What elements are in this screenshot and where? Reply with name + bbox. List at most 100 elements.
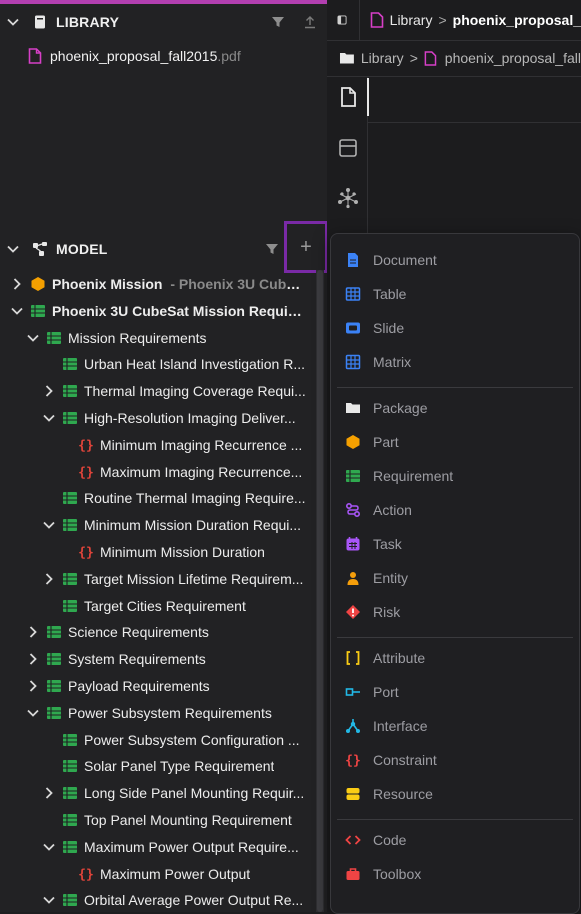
tree-row[interactable]: Phoenix 3U CubeSat Mission Require... — [10, 298, 306, 324]
menu-item-package[interactable]: Package — [345, 394, 427, 422]
tree-row[interactable]: Minimum Mission Duration Requi... — [42, 512, 306, 538]
add-model-element-button[interactable]: + — [284, 221, 328, 273]
menu-item-document[interactable]: Document — [345, 246, 437, 274]
tree-row[interactable]: {} Maximum Imaging Recurrence... — [58, 459, 306, 485]
menu-item-task[interactable]: Task — [345, 530, 402, 558]
sidebar: LIBRARY phoenix_proposal_fall2015.pdf MO… — [0, 0, 328, 912]
library-file-item[interactable]: phoenix_proposal_fall2015.pdf — [28, 48, 241, 64]
chevron-down-icon[interactable] — [42, 840, 56, 854]
menu-item-resource[interactable]: Resource — [345, 780, 433, 808]
tree-row[interactable]: Mission Requirements — [26, 325, 306, 351]
upload-icon[interactable] — [303, 15, 317, 29]
chevron-down-icon[interactable] — [10, 304, 24, 318]
tab-crumb-root[interactable]: Library — [390, 12, 433, 28]
tree-row[interactable]: Power Subsystem Requirements — [26, 700, 306, 726]
chevron-down-icon[interactable] — [42, 893, 56, 907]
pdf-file-icon — [424, 50, 437, 66]
resource-icon — [345, 786, 361, 802]
tree-row-label: Maximum Power Output — [100, 865, 251, 882]
menu-item-constraint[interactable]: {} Constraint — [345, 746, 437, 774]
menu-item-entity[interactable]: Entity — [345, 564, 408, 592]
menu-item-action[interactable]: Action — [345, 496, 412, 524]
tree-row[interactable]: Top Panel Mounting Requirement — [42, 807, 306, 833]
tree-row[interactable]: {} Minimum Imaging Recurrence ... — [58, 432, 306, 458]
requirement-icon — [62, 571, 78, 587]
add-element-menu: Document Table Slide Matrix Package Part Requi… — [330, 233, 580, 914]
document-view-icon[interactable] — [337, 86, 359, 108]
tree-row[interactable]: Maximum Power Output Require... — [42, 834, 306, 860]
tree-row[interactable]: Phoenix Mission - Phoenix 3U CubeSa... — [10, 271, 306, 297]
requirement-icon — [62, 490, 78, 506]
constraint-icon: {} — [78, 464, 94, 480]
filter-icon[interactable] — [271, 15, 285, 29]
chevron-down-icon[interactable] — [26, 331, 40, 345]
chevron-right-icon[interactable] — [26, 652, 40, 666]
graph-view-icon[interactable] — [337, 187, 359, 209]
chevron-right-icon[interactable] — [42, 786, 56, 800]
menu-item-slide[interactable]: Slide — [345, 314, 404, 342]
tree-row-label: Minimum Mission Duration Requi... — [84, 517, 302, 534]
menu-item-label: Table — [373, 286, 407, 302]
requirement-icon — [62, 410, 78, 426]
tree-row[interactable]: Solar Panel Type Requirement — [42, 753, 306, 779]
part-icon — [345, 434, 361, 450]
menu-item-code[interactable]: Code — [345, 826, 406, 854]
menu-item-risk[interactable]: Risk — [345, 598, 400, 626]
tree-row[interactable]: High-Resolution Imaging Deliver... — [42, 405, 306, 431]
chevron-down-icon[interactable] — [6, 242, 20, 256]
tree-row[interactable]: Target Cities Requirement — [42, 593, 306, 619]
scrollbar-thumb[interactable] — [317, 270, 323, 912]
tree-row-label: Orbital Average Power Output Re... — [84, 892, 304, 909]
menu-item-table[interactable]: Table — [345, 280, 406, 308]
breadcrumb-root[interactable]: Library — [361, 50, 404, 66]
menu-item-matrix[interactable]: Matrix — [345, 348, 411, 376]
tree-row[interactable]: Thermal Imaging Coverage Requi... — [42, 378, 306, 404]
tree-row[interactable]: Orbital Average Power Output Re... — [42, 887, 306, 913]
tree-row[interactable]: {} Maximum Power Output — [58, 861, 306, 887]
action-icon — [345, 502, 361, 518]
chevron-right-icon[interactable] — [42, 572, 56, 586]
tree-row[interactable]: System Requirements — [26, 646, 306, 672]
chevron-down-icon[interactable] — [26, 706, 40, 720]
constraint-icon: {} — [78, 544, 94, 561]
requirement-icon — [46, 678, 62, 694]
chevron-down-icon[interactable] — [42, 518, 56, 532]
menu-item-requirement[interactable]: Requirement — [345, 462, 453, 490]
filter-icon[interactable] — [265, 242, 279, 256]
interface-icon — [345, 718, 361, 734]
breadcrumb-file[interactable]: phoenix_proposal_fall — [445, 50, 581, 66]
tree-row[interactable]: Long Side Panel Mounting Requir... — [42, 780, 306, 806]
menu-item-part[interactable]: Part — [345, 428, 399, 456]
menu-item-interface[interactable]: Interface — [345, 712, 427, 740]
tree-row[interactable]: Urban Heat Island Investigation R... — [42, 351, 306, 377]
tree-row-label: Long Side Panel Mounting Requir... — [84, 785, 305, 802]
tab-crumb-file[interactable]: phoenix_proposal_ — [453, 12, 581, 28]
tree-scrollbar[interactable] — [316, 270, 324, 912]
tree-row[interactable]: Routine Thermal Imaging Require... — [42, 485, 306, 511]
tree-row[interactable]: Payload Requirements — [26, 673, 306, 699]
chevron-down-icon[interactable] — [6, 15, 20, 29]
tree-row[interactable]: Science Requirements — [26, 619, 306, 645]
tree-row[interactable]: {} Minimum Mission Duration — [58, 539, 306, 565]
divider — [359, 0, 360, 40]
menu-item-attribute[interactable]: Attribute — [345, 644, 425, 672]
folder-icon — [345, 400, 361, 416]
chevron-right-icon[interactable] — [42, 384, 56, 398]
library-header[interactable]: LIBRARY — [0, 4, 327, 40]
tab-document[interactable]: Library > phoenix_proposal_ — [370, 12, 581, 28]
chevron-right-icon[interactable] — [10, 277, 24, 291]
sidebar-toggle-icon[interactable] — [337, 12, 347, 28]
tree-row-label: Routine Thermal Imaging Require... — [84, 490, 306, 507]
requirement-icon — [62, 517, 78, 533]
model-header[interactable]: MODEL — [0, 231, 327, 267]
menu-item-toolbox[interactable]: Toolbox — [345, 860, 421, 888]
chevron-right-icon[interactable] — [26, 625, 40, 639]
slide-view-icon[interactable] — [337, 137, 359, 159]
chevron-right-icon[interactable] — [26, 679, 40, 693]
tree-row[interactable]: Target Mission Lifetime Requirem... — [42, 566, 306, 592]
tree-row-label: Phoenix 3U CubeSat Mission Require... — [52, 302, 306, 319]
tree-row-label: Thermal Imaging Coverage Requi... — [84, 383, 306, 400]
tree-row[interactable]: Power Subsystem Configuration ... — [42, 727, 306, 753]
menu-item-port[interactable]: Port — [345, 678, 399, 706]
chevron-down-icon[interactable] — [42, 411, 56, 425]
